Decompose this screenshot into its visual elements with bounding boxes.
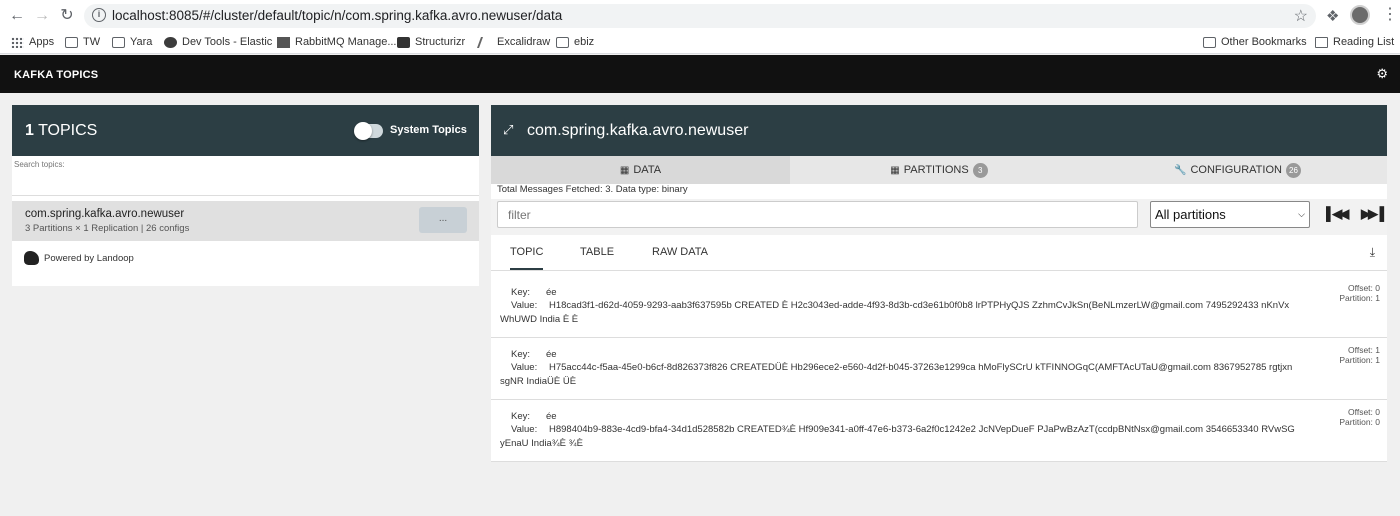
filter-input[interactable] <box>497 201 1138 228</box>
info-icon[interactable]: i <box>92 8 106 22</box>
key-value: ée <box>546 411 557 422</box>
profile-avatar[interactable] <box>1350 5 1370 25</box>
message-row: Key: ée Value: H75acc44c-f5aa-45e0-b6cf-… <box>491 339 1387 400</box>
bookmark-ebiz[interactable]: ebiz <box>556 36 594 48</box>
forward-arrow-icon[interactable]: → <box>33 7 51 25</box>
bookmark-yara[interactable]: Yara <box>112 36 152 48</box>
configuration-count-badge: 26 <box>1285 162 1301 178</box>
tab-partitions[interactable]: ▦ PARTITIONS 3 <box>790 156 1088 184</box>
browser-menu-icon[interactable]: ⋮ <box>1382 6 1398 24</box>
value-text-line1: H18cad3f1-d62d-4059-9293-aab3f637595b CR… <box>549 300 1290 311</box>
value-text-line2: sgNR IndiaÜÈ ÜÈ <box>500 376 577 387</box>
subtab-table[interactable]: TABLE <box>580 246 614 258</box>
tab-data[interactable]: ▦ DATA <box>491 156 790 184</box>
url-text[interactable]: localhost:8085/#/cluster/default/topic/n… <box>112 8 562 23</box>
key-label: Key: <box>511 287 531 298</box>
bookmark-tw[interactable]: TW <box>65 36 100 48</box>
bookmark-apps[interactable]: Apps <box>11 36 54 48</box>
other-bookmarks[interactable]: Other Bookmarks <box>1203 36 1307 48</box>
excalidraw-icon <box>476 36 495 48</box>
system-topics-toggle[interactable] <box>354 122 383 140</box>
key-label: Key: <box>511 411 531 422</box>
key-label: Key: <box>511 349 531 360</box>
topics-header: 1 TOPICS System Topics <box>12 105 479 156</box>
bookmark-rabbitmq[interactable]: RabbitMQ Manage... <box>277 36 397 48</box>
gear-icon[interactable]: ⚙ <box>1376 66 1388 82</box>
extensions-puzzle-icon[interactable]: ❖ <box>1326 7 1339 25</box>
partition-select[interactable]: All partitions ⌵ <box>1150 201 1310 228</box>
reading-list[interactable]: Reading List <box>1315 36 1394 48</box>
download-icon[interactable]: ⤓ <box>1370 245 1375 260</box>
subtab-topic[interactable]: TOPIC <box>510 246 544 270</box>
chevron-down-icon: ⌵ <box>1298 209 1305 219</box>
apps-grid-icon <box>11 36 24 48</box>
browser-toolbar: ← → ↻ i localhost:8085/#/cluster/default… <box>0 0 1400 32</box>
topics-count-title: 1 TOPICS <box>25 122 98 139</box>
value-label: Value: <box>511 362 538 373</box>
reload-icon[interactable]: ↻ <box>58 7 76 25</box>
detail-tabs: ▦ DATA ▦ PARTITIONS 3 🔧 CONFIGURATION 26 <box>491 156 1387 184</box>
search-topics-input[interactable] <box>14 159 474 189</box>
topic-detail-title: com.spring.kafka.avro.newuser <box>527 122 749 139</box>
folder-icon <box>112 36 125 48</box>
value-label: Value: <box>511 300 538 311</box>
reading-list-icon <box>1315 36 1328 48</box>
toggle-knob <box>354 122 372 140</box>
skip-last-icon[interactable]: ▶▶▐ <box>1361 206 1384 222</box>
message-position: Offset: 0 Partition: 0 <box>1339 407 1380 427</box>
folder-icon <box>556 36 569 48</box>
topic-name[interactable]: com.spring.kafka.avro.newuser <box>25 208 184 220</box>
value-label: Value: <box>511 424 538 435</box>
topic-list-item[interactable]: com.spring.kafka.avro.newuser 3 Partitio… <box>12 201 479 241</box>
value-text-line2: yEnaU India¾È ¾È <box>500 438 583 449</box>
topics-panel: 1 TOPICS System Topics com.spring.kafka.… <box>12 105 479 286</box>
topic-detail-header: ⤢ com.spring.kafka.avro.newuser <box>491 105 1387 156</box>
value-text-line1: H898404b9-883e-4cd9-bfa4-34d1d528582b CR… <box>549 424 1295 435</box>
bookmark-structurizr[interactable]: Structurizr <box>397 36 465 48</box>
bookmark-star-icon[interactable]: ☆ <box>1294 6 1308 26</box>
tab-configuration[interactable]: 🔧 CONFIGURATION 26 <box>1088 156 1387 184</box>
skip-first-icon[interactable]: ▌◀◀ <box>1326 206 1349 222</box>
value-text-line1: H75acc44c-f5aa-45e0-b6cf-8d826373f826 CR… <box>549 362 1293 373</box>
rabbitmq-icon <box>277 36 290 48</box>
filter-row: All partitions ⌵ ▌◀◀ ▶▶▐ <box>491 199 1387 235</box>
system-topics-label: System Topics <box>390 124 467 136</box>
bookmark-dev-tools[interactable]: Dev Tools - Elastic <box>164 36 272 48</box>
subtab-raw-data[interactable]: RAW DATA <box>652 246 708 258</box>
back-arrow-icon[interactable]: ← <box>8 7 26 25</box>
globe-icon <box>164 36 177 48</box>
folder-icon <box>1203 36 1216 48</box>
table-icon: ▦ <box>619 164 630 176</box>
key-value: ée <box>546 287 557 298</box>
partitions-count-badge: 3 <box>972 162 988 178</box>
bookmark-excalidraw[interactable]: Excalidraw <box>476 36 550 48</box>
topic-meta: 3 Partitions × 1 Replication | 26 config… <box>25 223 190 234</box>
value-text-line2: WhUWD India È È <box>500 314 579 325</box>
topic-more-button[interactable]: ... <box>419 207 467 233</box>
landoop-logo-icon <box>24 251 39 265</box>
app-title: KAFKA TOPICS <box>14 69 99 81</box>
expand-icon[interactable]: ⤢ <box>503 122 513 138</box>
view-tabs: TOPIC TABLE RAW DATA ⤓ <box>491 235 1387 271</box>
fetched-status: Total Messages Fetched: 3. Data type: bi… <box>497 184 688 195</box>
topic-search <box>12 156 479 196</box>
address-bar[interactable]: i localhost:8085/#/cluster/default/topic… <box>84 4 1316 28</box>
message-position: Offset: 1 Partition: 1 <box>1339 345 1380 365</box>
message-position: Offset: 0 Partition: 1 <box>1339 283 1380 303</box>
wrench-icon: 🔧 <box>1174 164 1187 176</box>
app-header: KAFKA TOPICS ⚙ <box>0 55 1400 93</box>
table-icon: ▦ <box>890 164 900 176</box>
message-row: Key: ée Value: H898404b9-883e-4cd9-bfa4-… <box>491 401 1387 462</box>
bookmarks-bar: Apps TW Yara Dev Tools - Elastic RabbitM… <box>0 32 1400 54</box>
folder-icon <box>65 36 78 48</box>
message-row: Key: ée Value: H18cad3f1-d62d-4059-9293-… <box>491 277 1387 338</box>
structurizr-icon <box>397 36 410 48</box>
powered-by: Powered by Landoop <box>24 251 134 265</box>
topic-detail-panel: ⤢ com.spring.kafka.avro.newuser ▦ DATA ▦… <box>491 105 1387 462</box>
key-value: ée <box>546 349 557 360</box>
